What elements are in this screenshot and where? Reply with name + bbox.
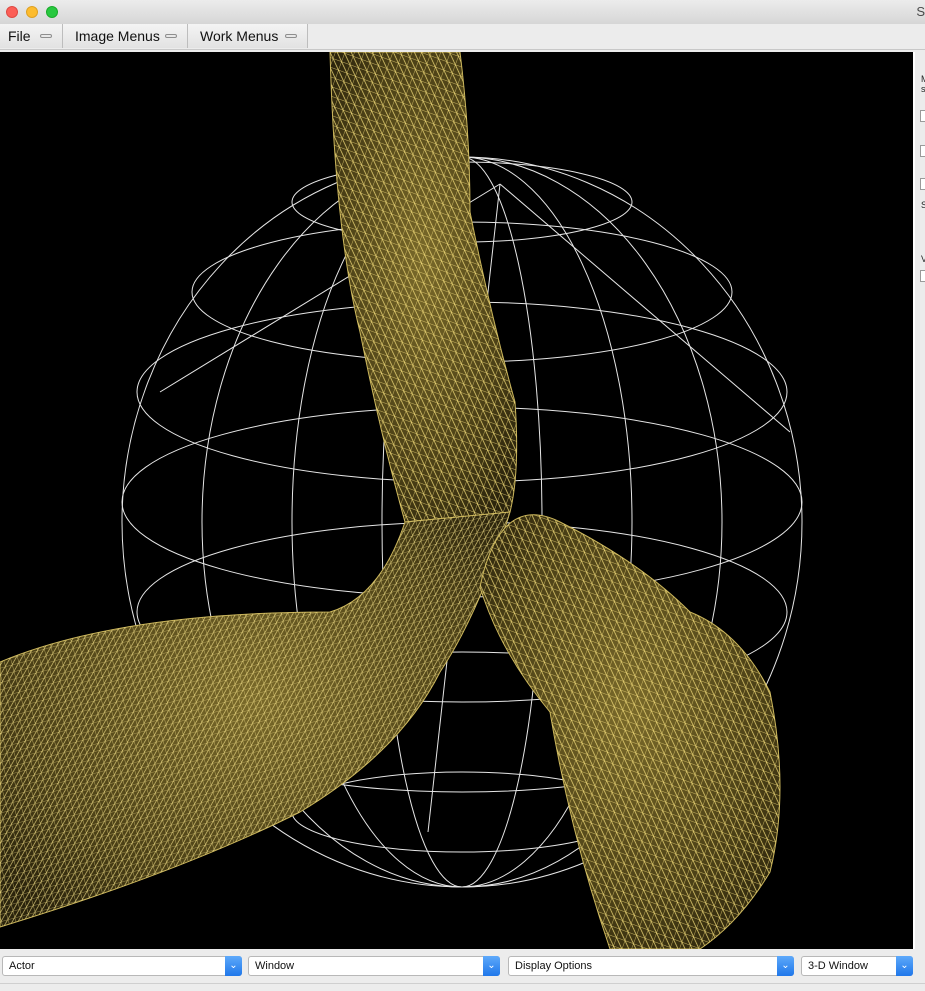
- side-panel-text: S: [921, 200, 925, 210]
- chevron-down-icon: ⌄: [483, 956, 500, 976]
- maximize-window-button[interactable]: [46, 6, 58, 18]
- title-bar: S: [0, 0, 925, 25]
- close-window-button[interactable]: [6, 6, 18, 18]
- file-menu-label: File: [8, 28, 31, 44]
- 3d-window-select-value: 3-D Window: [808, 960, 868, 972]
- display-options-select[interactable]: Display Options ⌄: [508, 956, 794, 976]
- side-panel: M s S V: [916, 50, 925, 950]
- vessel-mesh: [0, 52, 781, 949]
- window-title: S: [916, 4, 925, 19]
- work-menus-menu[interactable]: Work Menus: [188, 24, 308, 48]
- actor-select-value: Actor: [9, 960, 35, 972]
- menu-bar: File Image Menus Work Menus: [0, 24, 925, 50]
- 3d-window-select[interactable]: 3-D Window ⌄: [801, 956, 913, 976]
- display-options-select-value: Display Options: [515, 960, 593, 972]
- window-select[interactable]: Window ⌄: [248, 956, 500, 976]
- menu-dropdown-icon: [40, 34, 52, 38]
- chevron-down-icon: ⌄: [225, 956, 242, 976]
- chevron-down-icon: ⌄: [777, 956, 794, 976]
- side-panel-text: V: [921, 254, 925, 264]
- image-menus-menu[interactable]: Image Menus: [63, 24, 188, 48]
- bottom-toolbar: Actor ⌄ Window ⌄ Display Options ⌄ 3-D W…: [0, 951, 925, 991]
- minimize-window-button[interactable]: [26, 6, 38, 18]
- file-menu[interactable]: File: [0, 24, 63, 48]
- side-panel-checkbox[interactable]: [920, 178, 925, 190]
- work-menus-label: Work Menus: [200, 28, 279, 44]
- menu-dropdown-icon: [285, 34, 297, 38]
- divider: [0, 983, 925, 984]
- 3d-render-viewport[interactable]: [0, 52, 915, 949]
- side-panel-checkbox[interactable]: [920, 110, 925, 122]
- menu-dropdown-icon: [165, 34, 177, 38]
- side-panel-checkbox[interactable]: [920, 270, 925, 282]
- vessel-render: [0, 52, 803, 949]
- window-select-value: Window: [255, 960, 295, 972]
- image-menus-label: Image Menus: [75, 28, 160, 44]
- side-panel-text: M: [921, 74, 925, 84]
- side-panel-checkbox[interactable]: [920, 145, 925, 157]
- chevron-down-icon: ⌄: [896, 956, 913, 976]
- side-panel-text: s: [921, 84, 925, 94]
- actor-select[interactable]: Actor ⌄: [2, 956, 242, 976]
